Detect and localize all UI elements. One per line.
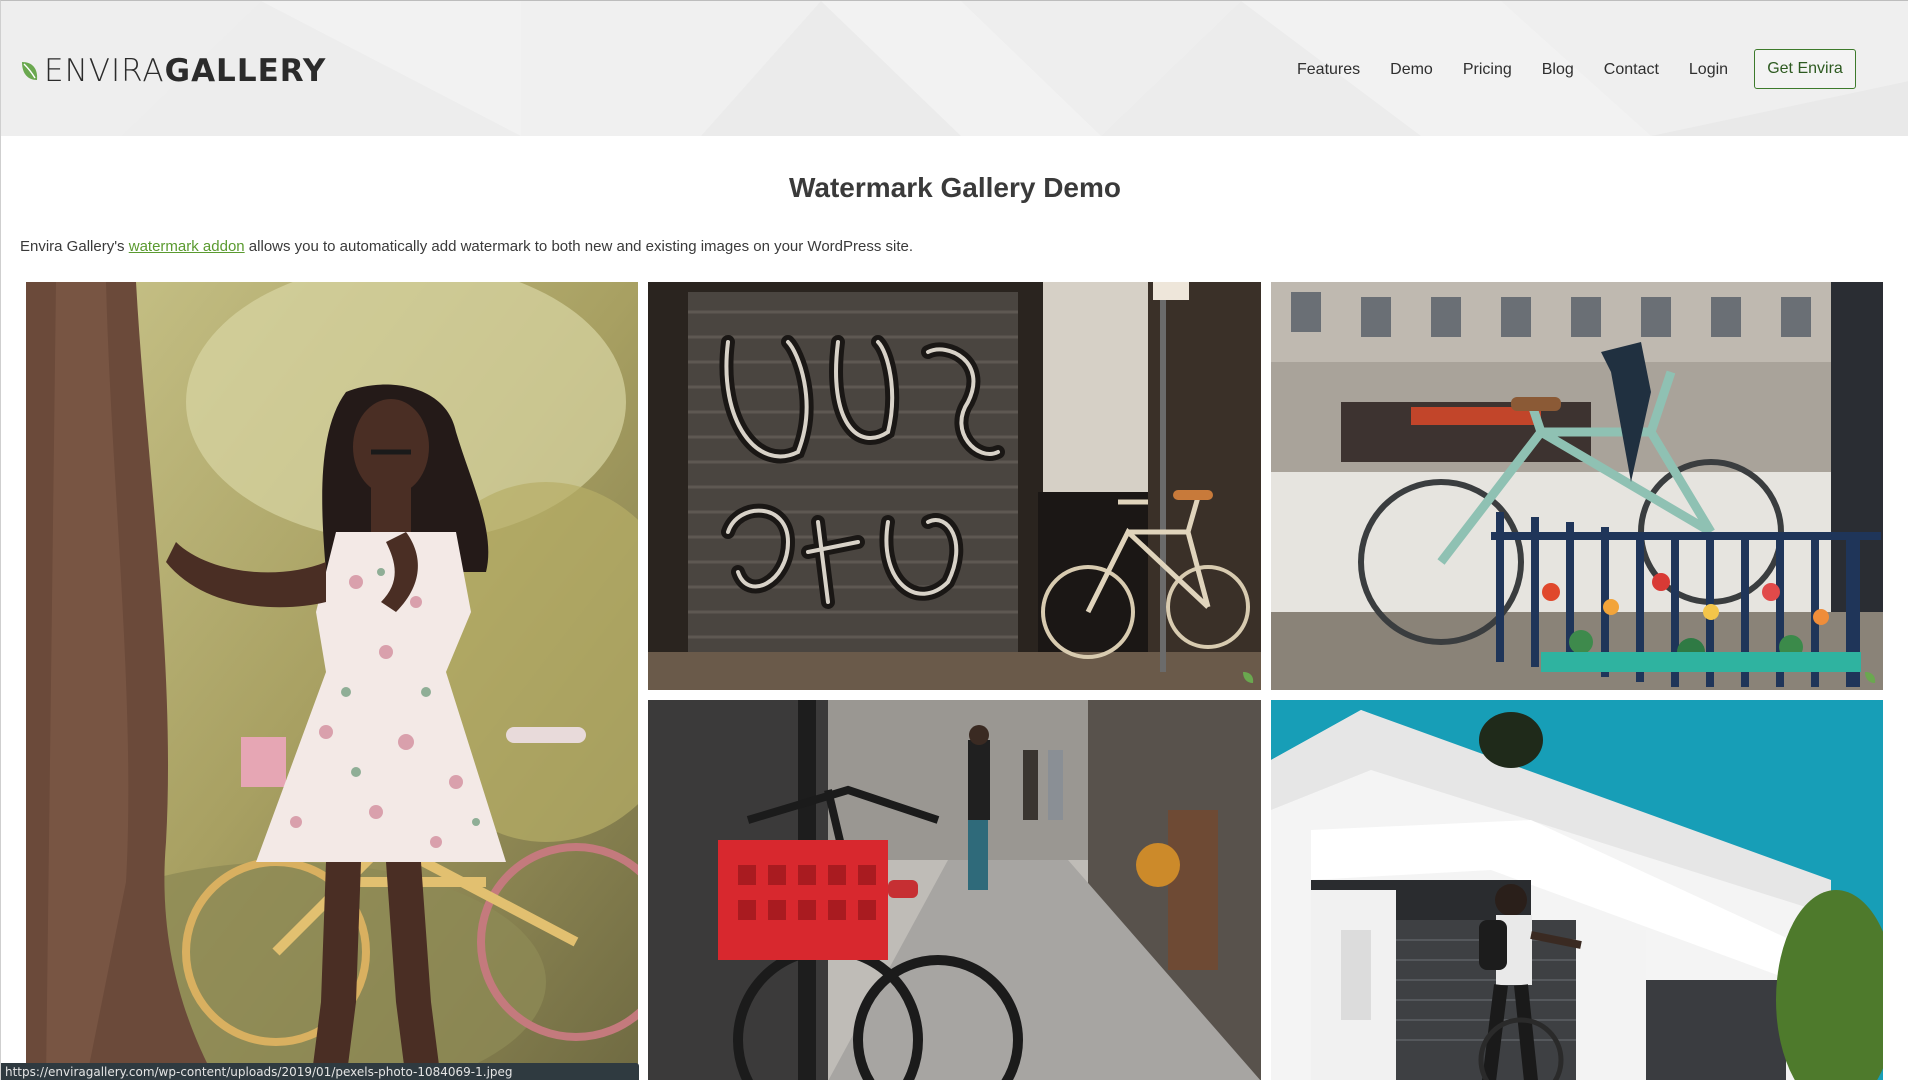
get-envira-button[interactable]: Get Envira: [1754, 49, 1856, 89]
photo-graffiti-bicycle: [648, 282, 1261, 690]
nav-features[interactable]: Features: [1297, 59, 1360, 81]
photo-cyclist-modern-building: [1271, 700, 1883, 1080]
intro-text-start: Envira Gallery's: [20, 238, 129, 255]
nav-pricing[interactable]: Pricing: [1463, 59, 1512, 81]
gallery-image-5[interactable]: [1271, 700, 1883, 1080]
gallery-image-1[interactable]: [26, 282, 638, 1080]
watermark-leaf-icon: [1243, 672, 1254, 683]
logo-wordmark-light: ENVIRA: [44, 53, 165, 89]
site-header: ENVIRAGALLERY Features Demo Pricing Blog…: [1, 1, 1908, 136]
photo-woman-floral-dress: [26, 282, 638, 1080]
browser-status-url: https://enviragallery.com/wp-content/upl…: [1, 1063, 639, 1080]
nav-blog[interactable]: Blog: [1542, 59, 1574, 81]
photo-bicycle-red-crate: [648, 700, 1261, 1080]
gallery-image-2[interactable]: [648, 282, 1261, 690]
intro-text-end: allows you to automatically add watermar…: [244, 238, 914, 255]
site-logo[interactable]: ENVIRAGALLERY: [20, 51, 326, 91]
logo-wordmark-bold: GALLERY: [164, 53, 327, 89]
photo-parked-bicycles: [1271, 282, 1883, 690]
nav-demo[interactable]: Demo: [1390, 59, 1433, 81]
watermark-addon-link[interactable]: watermark addon: [129, 238, 245, 255]
watermark-leaf-icon: [1865, 672, 1876, 683]
gallery-image-4[interactable]: [648, 700, 1261, 1080]
leaf-logo-icon: [22, 62, 38, 80]
browser-viewport: ENVIRAGALLERY Features Demo Pricing Blog…: [0, 0, 1908, 1080]
intro-text: Envira Gallery's watermark addon allows …: [20, 238, 913, 255]
gallery-image-3[interactable]: [1271, 282, 1883, 690]
logo-wordmark: ENVIRAGALLERY: [44, 51, 326, 91]
page-title: Watermark Gallery Demo: [789, 172, 1121, 203]
nav-login[interactable]: Login: [1689, 59, 1728, 81]
nav-contact[interactable]: Contact: [1604, 59, 1659, 81]
main-nav: Features Demo Pricing Blog Contact Login: [1297, 59, 1758, 81]
